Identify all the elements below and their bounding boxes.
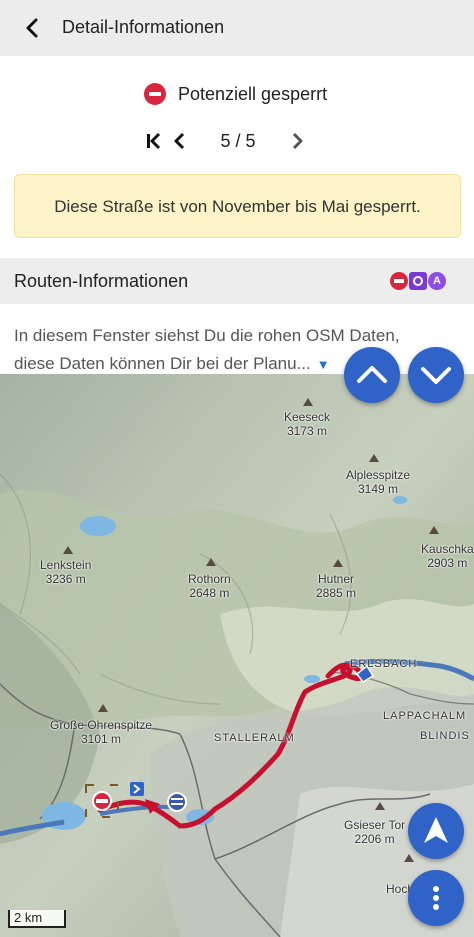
first-page-button[interactable] [142,129,166,153]
peak-label: Keeseck 3173 m [284,410,331,438]
peak-label: Kauschka 2903 m [421,542,474,570]
map-terrain [0,374,474,937]
alpine-icon: A [428,272,446,290]
peak-icon [429,526,439,534]
previous-button[interactable] [168,129,192,153]
map-scale: 2 km [8,910,66,928]
peak-icon [375,802,385,810]
peak-icon [63,546,73,554]
chevron-left-icon [26,18,38,38]
more-vertical-icon [433,886,439,910]
no-entry-icon [390,272,408,290]
chevron-left-icon [174,132,185,150]
peak-icon [206,558,216,566]
description-line2: diese Daten können Dir bei der Planu... [14,354,311,373]
map-view[interactable]: Keeseck 3173 m Alplesspitze 3149 m Lenkste… [0,374,474,937]
closure-status: Potenziell gesperrt [0,80,474,110]
chevron-down-icon [421,367,451,384]
peak-label: Gsieser Tor 2206 m [344,818,406,846]
peak-icon [303,398,313,406]
expand-icon[interactable]: ▼ [317,357,330,372]
peak-icon [333,559,343,567]
no-entry-icon [144,83,166,105]
next-button[interactable] [285,129,309,153]
page-title: Detail-Informationen [62,17,225,37]
status-text: Potenziell gesperrt [178,84,328,104]
peak-icon [369,454,379,462]
peak-label: Große Ohrenspitze 3101 m [50,718,153,746]
route-icons: A [390,272,446,290]
chevron-up-icon [357,366,387,383]
peak-label: Lenkstein 3236 m [40,558,92,586]
place-label: ERLSBACH [350,658,418,670]
app-bar: Detail-Informationen [0,0,474,56]
more-options-button[interactable] [408,870,464,926]
place-label: LAPPACHALM [383,710,467,722]
page-counter: 5 / 5 [220,131,256,151]
closure-notice: Diese Straße ist von November bis Mai ge… [14,174,461,238]
camera-icon [409,272,427,290]
scroll-down-button[interactable] [408,347,464,403]
route-start-icon [130,782,144,796]
peak-label: Alplesspitze 3149 m [346,468,411,496]
chevron-right-icon [292,132,303,150]
skip-first-icon [147,132,161,150]
pager: 5 / 5 [0,125,474,157]
place-label: STALLERALM [214,732,295,744]
navigation-button[interactable] [408,803,464,859]
place-label: BLINDIS [420,730,470,742]
back-button[interactable] [14,14,48,42]
description-line1: In diesem Fenster siehst Du die rohen OS… [14,326,400,345]
scroll-up-button[interactable] [344,347,400,403]
navigation-arrow-icon [424,817,448,843]
peak-icon [98,704,108,712]
section-title: Routen-Informationen [14,271,189,291]
notice-text: Diese Straße ist von November bis Mai ge… [54,197,421,216]
peak-label: Rothorn 2648 m [188,572,231,600]
route-info-header[interactable]: Routen-Informationen A [0,258,474,304]
waypoint-icon[interactable] [167,792,187,812]
peak-label: Hutner 2885 m [316,572,357,600]
